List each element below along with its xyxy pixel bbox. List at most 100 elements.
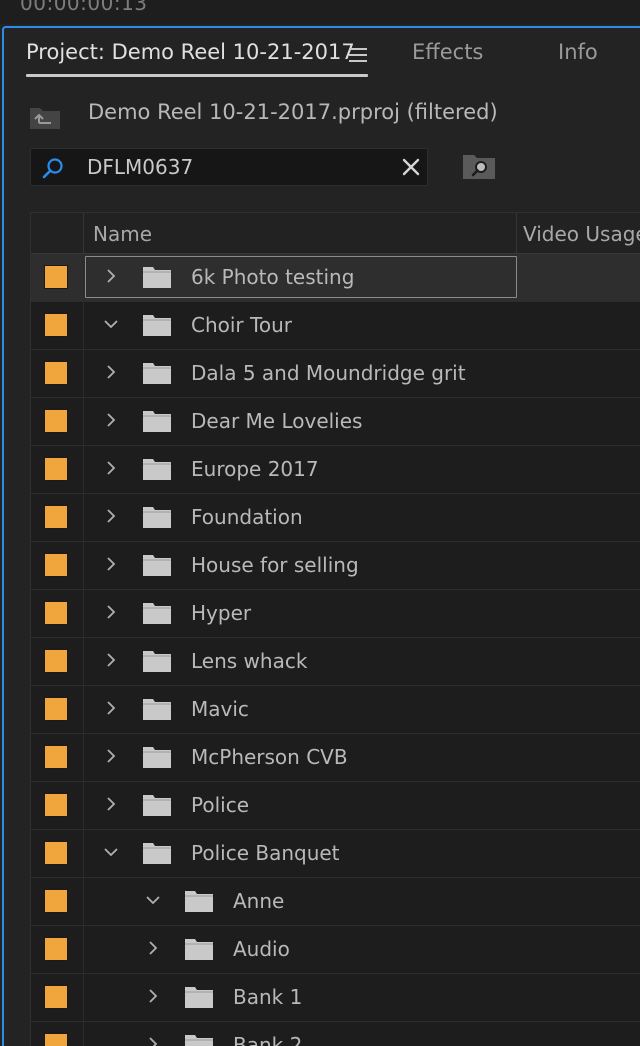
label-color-swatch[interactable] (44, 793, 68, 817)
label-color-swatch[interactable] (44, 505, 68, 529)
list-item[interactable]: Dala 5 and Moundridge grit (31, 350, 640, 398)
folder-icon (143, 747, 171, 768)
label-divider (83, 302, 84, 350)
list-item-name: Anne (233, 889, 285, 913)
tab-effects[interactable]: Effects (412, 40, 483, 64)
search-box[interactable] (30, 148, 428, 186)
list-item-name: Europe 2017 (191, 457, 319, 481)
label-divider (83, 734, 84, 782)
chevron-right-icon[interactable] (103, 796, 119, 812)
chevron-right-icon[interactable] (103, 748, 119, 764)
label-color-swatch[interactable] (44, 649, 68, 673)
list-item[interactable]: Hyper (31, 590, 640, 638)
chevron-right-icon[interactable] (103, 412, 119, 428)
folder-icon (185, 891, 213, 912)
tab-project[interactable]: Project: Demo Reel 10-21-2017 (26, 40, 355, 64)
x-icon[interactable] (401, 157, 421, 177)
label-color-swatch[interactable] (44, 985, 68, 1009)
chevron-right-icon[interactable] (103, 364, 119, 380)
label-color-swatch[interactable] (44, 697, 68, 721)
folder-icon (185, 987, 213, 1008)
label-divider (83, 350, 84, 398)
label-color-swatch[interactable] (44, 409, 68, 433)
list-item[interactable]: Dear Me Lovelies (31, 398, 640, 446)
label-divider (83, 926, 84, 974)
list-item[interactable]: Mavic (31, 686, 640, 734)
chevron-right-icon[interactable] (103, 700, 119, 716)
list-item[interactable]: 6k Photo testing (31, 254, 640, 302)
selection-outline (85, 256, 517, 298)
panel-menu-icon[interactable] (349, 48, 367, 62)
active-tab-underline (26, 74, 368, 77)
list-item[interactable]: Foundation (31, 494, 640, 542)
folder-icon (143, 843, 171, 864)
list-item[interactable]: House for selling (31, 542, 640, 590)
label-divider (83, 638, 84, 686)
label-color-swatch[interactable] (44, 601, 68, 625)
video-usage-column-header[interactable]: Video Usage (523, 222, 640, 246)
label-divider (83, 686, 84, 734)
label-column-header[interactable] (31, 213, 84, 253)
folder-icon (143, 603, 171, 624)
list-item[interactable]: Choir Tour (31, 302, 640, 350)
chevron-down-icon[interactable] (103, 844, 119, 860)
folder-icon (185, 939, 213, 960)
folder-icon (143, 555, 171, 576)
chevron-right-icon[interactable] (103, 460, 119, 476)
up-folder-icon[interactable] (29, 104, 61, 130)
list-item[interactable]: Bank 1 (31, 974, 640, 1022)
project-list: Name Video Usage 6k Photo testing Choir T… (30, 212, 640, 1046)
label-color-swatch[interactable] (44, 841, 68, 865)
label-color-swatch[interactable] (44, 937, 68, 961)
label-color-swatch[interactable] (44, 457, 68, 481)
folder-icon (143, 795, 171, 816)
list-item-name: Audio (233, 937, 290, 961)
list-item[interactable]: McPherson CVB (31, 734, 640, 782)
list-item[interactable]: Police Banquet (31, 830, 640, 878)
list-item[interactable]: Europe 2017 (31, 446, 640, 494)
list-item[interactable]: Audio (31, 926, 640, 974)
label-divider (83, 1022, 84, 1046)
folder-icon (143, 363, 171, 384)
label-color-swatch[interactable] (44, 553, 68, 577)
list-item[interactable]: Bank 2 (31, 1022, 640, 1046)
list-item[interactable]: Anne (31, 878, 640, 926)
chevron-right-icon[interactable] (145, 940, 161, 956)
chevron-right-icon[interactable] (145, 1036, 161, 1046)
name-column-header[interactable]: Name (93, 222, 152, 246)
chevron-right-icon[interactable] (103, 652, 119, 668)
chevron-right-icon[interactable] (145, 988, 161, 1004)
label-color-swatch[interactable] (44, 361, 68, 385)
find-icon[interactable] (462, 152, 496, 180)
chevron-down-icon[interactable] (103, 316, 119, 332)
label-divider (83, 974, 84, 1022)
list-item-name: Bank 1 (233, 985, 303, 1009)
folder-icon (143, 459, 171, 480)
search-input[interactable] (87, 149, 387, 185)
label-color-swatch[interactable] (44, 745, 68, 769)
column-divider[interactable] (516, 213, 517, 253)
list-item-name: Hyper (191, 601, 252, 625)
chevron-right-icon[interactable] (103, 556, 119, 572)
list-item-name: Police Banquet (191, 841, 340, 865)
project-panel: Project: Demo Reel 10-21-2017 Effects In… (2, 26, 640, 1046)
label-color-swatch[interactable] (44, 265, 68, 289)
chevron-down-icon[interactable] (145, 892, 161, 908)
label-divider (83, 494, 84, 542)
list-item-name: Bank 2 (233, 1033, 303, 1046)
label-color-swatch[interactable] (44, 889, 68, 913)
chevron-right-icon[interactable] (103, 604, 119, 620)
list-item[interactable]: Lens whack (31, 638, 640, 686)
label-divider (83, 830, 84, 878)
label-divider (83, 446, 84, 494)
label-color-swatch[interactable] (44, 313, 68, 337)
label-divider (83, 782, 84, 830)
list-item-name: Police (191, 793, 249, 817)
tab-info[interactable]: Info (558, 40, 598, 64)
label-color-swatch[interactable] (44, 1033, 68, 1046)
list-item[interactable]: Police (31, 782, 640, 830)
folder-icon (143, 315, 171, 336)
chevron-right-icon[interactable] (103, 508, 119, 524)
list-item-name: House for selling (191, 553, 359, 577)
list-rows: 6k Photo testing Choir Tour Dala 5 and Mou… (31, 254, 640, 1046)
